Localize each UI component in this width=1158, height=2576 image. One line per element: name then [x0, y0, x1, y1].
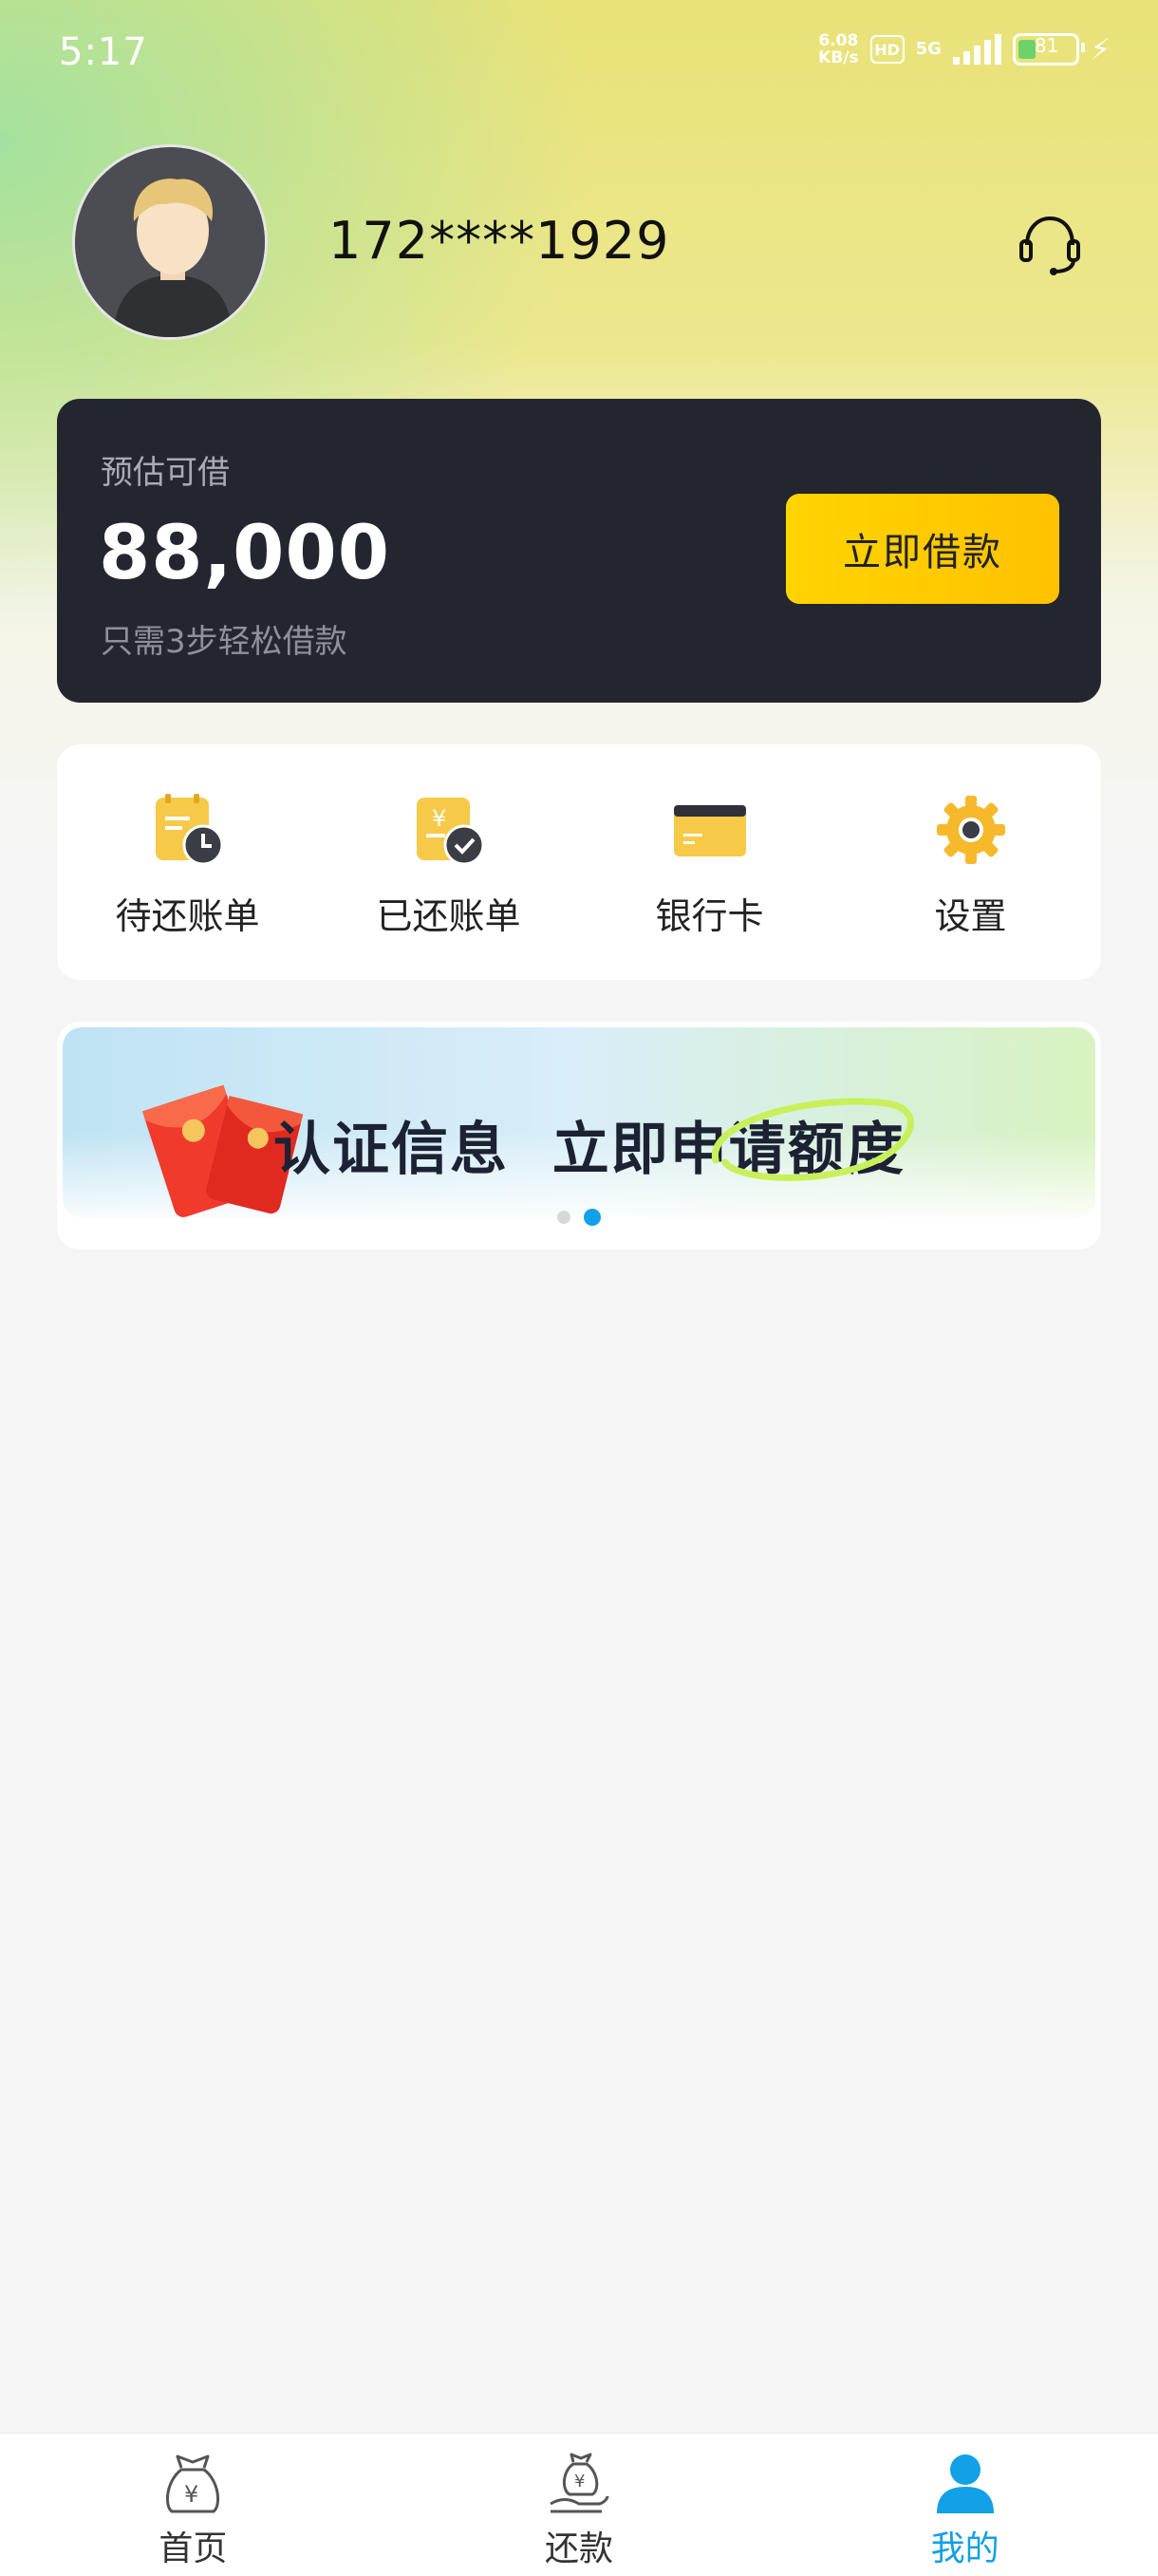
nav-mine[interactable]: 我的: [772, 2434, 1158, 2576]
loan-amount: 88,000: [99, 511, 390, 596]
nav-home[interactable]: ¥ 首页: [0, 2434, 386, 2576]
headset-icon[interactable]: [1016, 209, 1084, 277]
status-icons: 6.08 KB/s HD 5G 81 ⚡: [818, 32, 1111, 66]
battery-icon: 81: [1012, 33, 1085, 66]
user-icon: [936, 2454, 994, 2513]
charging-icon: ⚡: [1090, 32, 1111, 66]
money-bag-icon: ¥: [166, 2454, 220, 2513]
quick-menu: 待还账单 ¥ 已还账单 银行卡 设置: [57, 744, 1101, 980]
avatar-person-icon: [75, 147, 265, 337]
network-type: 5G: [915, 39, 942, 59]
menu-item-settings[interactable]: 设置: [840, 744, 1101, 980]
status-time: 5:17: [59, 30, 148, 74]
loan-card: 预估可借 88,000 只需3步轻松借款 立即借款: [57, 399, 1101, 703]
nav-repay[interactable]: ¥ 还款: [386, 2434, 773, 2576]
paid-bill-icon: ¥: [416, 798, 484, 866]
bottom-nav: ¥ 首页 ¥ 还款 我的: [0, 2433, 1158, 2576]
repay-hand-icon: ¥: [550, 2453, 609, 2513]
svg-text:¥: ¥: [184, 2481, 198, 2508]
menu-item-bank-card[interactable]: 银行卡: [579, 744, 840, 980]
pending-bill-icon: [155, 794, 223, 866]
promo-banner-slide[interactable]: 认证信息 立即申请额度: [63, 1027, 1095, 1217]
loan-label: 预估可借: [101, 454, 230, 492]
loan-subtitle: 只需3步轻松借款: [101, 623, 347, 661]
svg-text:¥: ¥: [574, 2472, 585, 2491]
banner-dot[interactable]: [557, 1211, 570, 1224]
hd-icon: HD: [869, 35, 905, 64]
menu-item-pending-bills[interactable]: 待还账单: [57, 744, 318, 980]
bank-card-icon: [673, 805, 746, 856]
banner-dot-active[interactable]: [584, 1209, 601, 1226]
svg-text:¥: ¥: [432, 805, 446, 832]
menu-item-paid-bills[interactable]: ¥ 已还账单: [318, 744, 579, 980]
highlight-swirl-icon: [712, 1098, 914, 1181]
avatar[interactable]: [72, 144, 268, 340]
network-speed: 6.08 KB/s: [818, 31, 859, 67]
user-phone: 172****1929: [328, 211, 670, 271]
status-bar: 5:17 6.08 KB/s HD 5G 81 ⚡: [0, 0, 1158, 109]
gear-icon: [936, 796, 1005, 864]
promo-banner: 认证信息 立即申请额度: [57, 1022, 1101, 1250]
borrow-now-button[interactable]: 立即借款: [786, 494, 1059, 604]
signal-icon: [952, 34, 1001, 65]
